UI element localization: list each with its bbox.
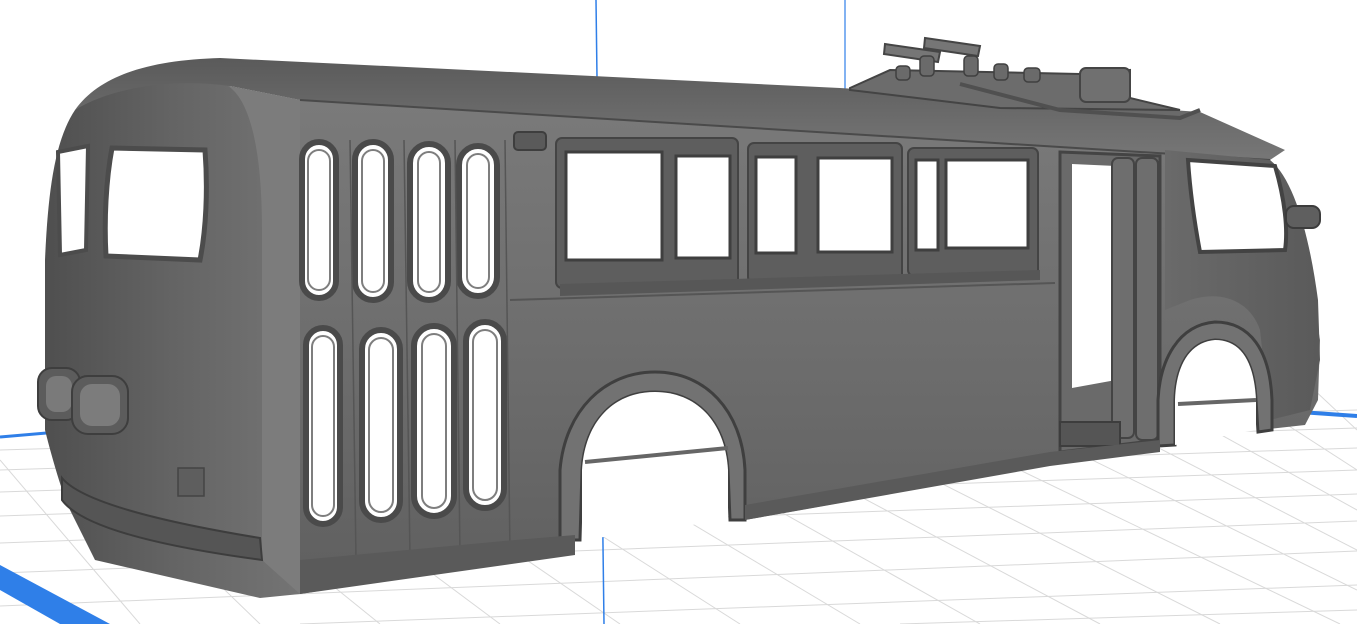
door-leaves: [1111, 157, 1159, 441]
trolley-mount: [1079, 67, 1131, 103]
y-axis-marker: [0, 565, 110, 624]
side-mirror: [1285, 205, 1321, 229]
door-step: [1059, 421, 1121, 447]
rear-window-right: [102, 145, 209, 263]
license-plate-mount: [177, 467, 205, 497]
side-windows: [564, 150, 1030, 262]
rear-window-left: [55, 143, 91, 258]
front-side-window: [1185, 157, 1289, 255]
3d-viewport[interactable]: [0, 0, 1357, 624]
side-marker-lamp: [513, 131, 547, 151]
rear-wheel-well: [582, 392, 728, 540]
door-interior: [1072, 164, 1116, 388]
bus-model[interactable]: [37, 36, 1321, 598]
rear-lamp-right: [71, 375, 129, 435]
